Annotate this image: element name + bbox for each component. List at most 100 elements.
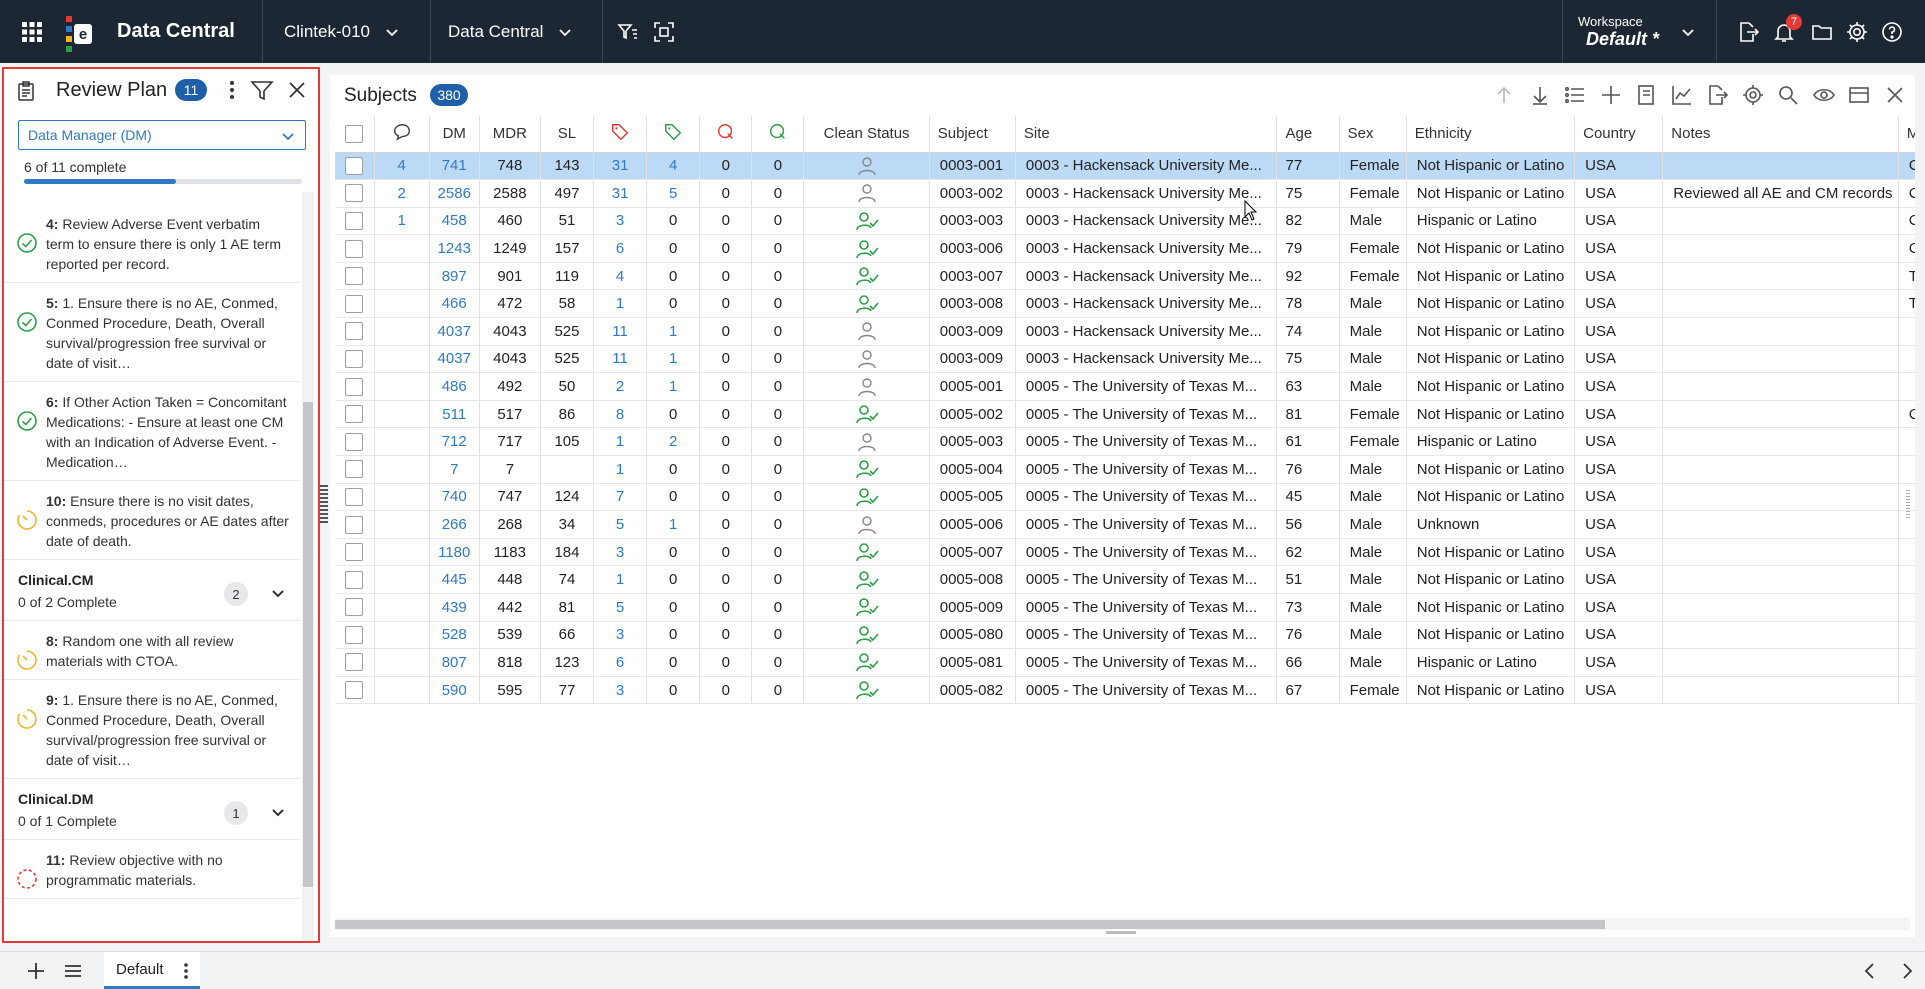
close-icon[interactable]: [1883, 83, 1907, 107]
row-checkbox[interactable]: [345, 653, 364, 672]
review-group-header[interactable]: Clinical.DM 0 of 1 Complete 1: [4, 779, 300, 840]
table-cell[interactable]: 11: [593, 345, 648, 374]
column-header[interactable]: [751, 116, 805, 153]
row-checkbox[interactable]: [345, 432, 364, 451]
row-select-cell[interactable]: [335, 234, 375, 263]
scrollbar-thumb[interactable]: [335, 920, 1605, 929]
scrollbar-thumb[interactable]: [303, 402, 313, 887]
review-group-header[interactable]: Clinical.CM 0 of 2 Complete 2: [4, 560, 300, 621]
table-cell[interactable]: 8: [593, 400, 648, 429]
table-cell[interactable]: 5: [593, 593, 648, 622]
table-row[interactable]: 807 818 123 6 0 0 0 0005-081 0005 - The Universi…: [335, 648, 1915, 677]
row-select-cell[interactable]: [335, 427, 375, 457]
settings-icon[interactable]: [1741, 83, 1765, 107]
row-checkbox[interactable]: [345, 625, 364, 644]
table-cell[interactable]: 3: [593, 538, 648, 567]
row-select-cell[interactable]: [335, 483, 375, 512]
table-cell[interactable]: 445: [429, 565, 480, 594]
table-cell[interactable]: 439: [429, 593, 480, 622]
column-header[interactable]: M: [1898, 116, 1915, 153]
row-select-cell[interactable]: [335, 621, 375, 650]
row-select-cell[interactable]: [335, 400, 375, 429]
review-item[interactable]: 9: 1. Ensure there is no AE, Conmed, Con…: [4, 680, 300, 779]
filter-list-icon[interactable]: [616, 0, 640, 63]
folder-icon[interactable]: [1810, 0, 1834, 63]
line-chart-icon[interactable]: [1670, 83, 1694, 107]
table-cell[interactable]: 4: [646, 152, 701, 181]
row-checkbox[interactable]: [345, 598, 364, 617]
row-select-cell[interactable]: [335, 565, 375, 594]
row-checkbox[interactable]: [345, 681, 364, 700]
row-checkbox[interactable]: [345, 267, 364, 286]
table-cell[interactable]: 486: [429, 372, 480, 401]
column-header[interactable]: Notes: [1662, 116, 1899, 153]
review-item[interactable]: 10: Ensure there is no visit dates, conm…: [4, 481, 300, 560]
table-row[interactable]: 266 268 34 5 1 0 0 0005-006 0005 - The Universit…: [335, 510, 1915, 539]
column-header[interactable]: Ethnicity: [1406, 116, 1576, 153]
table-row[interactable]: 486 492 50 2 1 0 0 0005-001 0005 - The Universit…: [335, 372, 1915, 401]
row-checkbox[interactable]: [345, 543, 364, 562]
table-row[interactable]: 2 2586 2588 497 31 5 0 0 0003-002 0003 - Hackensa…: [335, 179, 1915, 208]
table-cell[interactable]: 5: [593, 510, 648, 539]
row-select-cell[interactable]: [335, 538, 375, 567]
table-cell[interactable]: 1: [646, 372, 701, 401]
tab-default[interactable]: Default: [104, 952, 200, 989]
table-cell[interactable]: 2: [593, 372, 648, 401]
table-row[interactable]: 897 901 119 4 0 0 0 0003-007 0003 - Hackensack U…: [335, 262, 1915, 291]
table-row[interactable]: 439 442 81 5 0 0 0 0005-009 0005 - The Universit…: [335, 593, 1915, 622]
table-cell[interactable]: 2: [646, 427, 701, 457]
table-cell[interactable]: 6: [593, 234, 648, 263]
table-cell[interactable]: 7: [593, 483, 648, 512]
row-select-cell[interactable]: [335, 455, 375, 484]
table-cell[interactable]: 2: [374, 179, 430, 208]
table-cell[interactable]: 2586: [429, 179, 480, 208]
review-item[interactable]: 6: If Other Action Taken = Concomitant M…: [4, 382, 300, 481]
table-cell[interactable]: 897: [429, 262, 480, 291]
row-select-cell[interactable]: [335, 372, 375, 401]
row-select-cell[interactable]: [335, 289, 375, 319]
table-cell[interactable]: 511: [429, 400, 480, 429]
focus-frame-icon[interactable]: [652, 0, 676, 63]
arrow-down-icon[interactable]: [1528, 83, 1552, 107]
arrow-up-icon[interactable]: [1492, 83, 1516, 107]
column-header[interactable]: [335, 116, 375, 153]
export-doc-icon[interactable]: [1705, 83, 1729, 107]
table-cell[interactable]: 1: [646, 345, 701, 374]
table-row[interactable]: 4037 4043 525 11 1 0 0 0003-009 0003 - Hackensac…: [335, 317, 1915, 346]
table-cell[interactable]: 31: [593, 152, 648, 181]
chevron-left-icon[interactable]: [1860, 961, 1880, 981]
add-tab-icon[interactable]: [26, 961, 46, 981]
row-checkbox[interactable]: [345, 239, 364, 258]
table-cell[interactable]: 4037: [429, 345, 480, 374]
row-select-cell[interactable]: [335, 510, 375, 539]
table-cell[interactable]: 1: [593, 289, 648, 319]
column-header[interactable]: [646, 116, 701, 153]
table-row[interactable]: 740 747 124 7 0 0 0 0005-005 0005 - The Universi…: [335, 483, 1915, 512]
row-checkbox[interactable]: [345, 349, 364, 368]
table-row[interactable]: 445 448 74 1 0 0 0 0005-008 0005 - The Universit…: [335, 565, 1915, 594]
column-header[interactable]: [699, 116, 753, 153]
table-cell[interactable]: 1: [593, 565, 648, 594]
workspace-selector[interactable]: Workspace Default *: [1578, 0, 1659, 63]
table-row[interactable]: 528 539 66 3 0 0 0 0005-080 0005 - The Universit…: [335, 621, 1915, 650]
table-cell[interactable]: 1: [646, 317, 701, 346]
column-header[interactable]: [593, 116, 648, 153]
table-cell[interactable]: 3: [593, 676, 648, 705]
table-cell[interactable]: 590: [429, 676, 480, 705]
table-row[interactable]: 4 741 748 143 31 4 0 0 0003-001 0003 - Hackensack…: [335, 152, 1915, 181]
chevron-down-icon[interactable]: [270, 805, 286, 821]
chevron-right-icon[interactable]: [1897, 961, 1917, 981]
table-cell[interactable]: 5: [646, 179, 701, 208]
table-cell[interactable]: 458: [429, 207, 480, 236]
chevron-down-icon[interactable]: [270, 586, 286, 602]
table-row[interactable]: 1180 1183 184 3 0 0 0 0005-007 0005 - The Univer…: [335, 538, 1915, 567]
column-header[interactable]: Country: [1574, 116, 1664, 153]
row-select-cell[interactable]: [335, 152, 375, 181]
more-vertical-icon[interactable]: [222, 79, 242, 101]
table-row[interactable]: 590 595 77 3 0 0 0 0005-082 0005 - The Universit…: [335, 676, 1915, 705]
table-cell[interactable]: 4: [593, 262, 648, 291]
visibility-icon[interactable]: [1812, 83, 1836, 107]
gear-icon[interactable]: [1845, 0, 1869, 63]
table-cell[interactable]: 1: [593, 427, 648, 457]
table-cell[interactable]: 1: [593, 455, 648, 484]
